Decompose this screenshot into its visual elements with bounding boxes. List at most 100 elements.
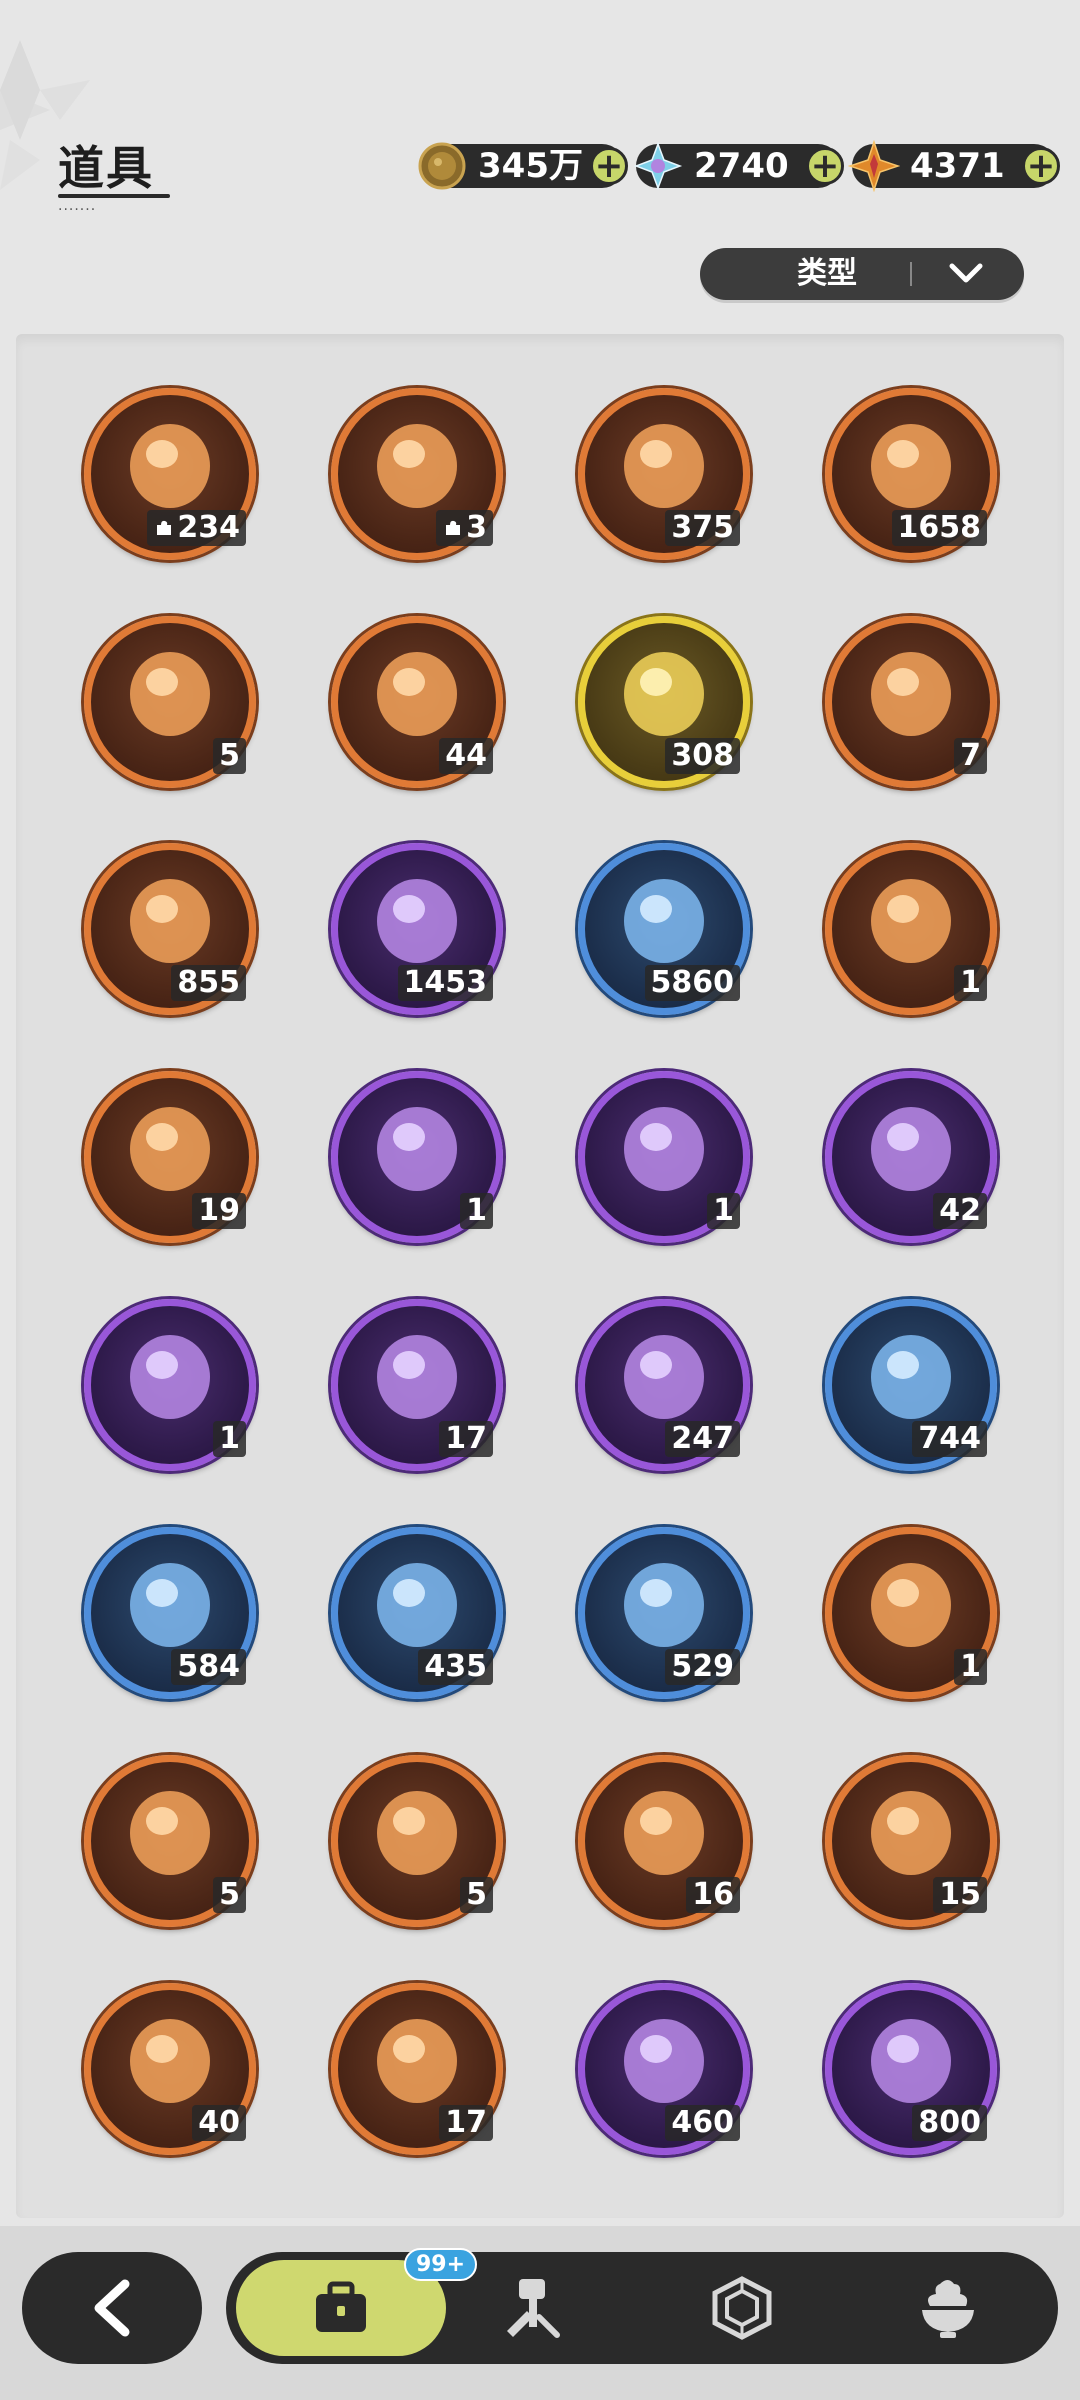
add-crystal-button[interactable]: +	[806, 147, 844, 185]
inventory-item[interactable]: 15	[825, 1755, 997, 1927]
title-underline	[58, 194, 170, 198]
item-count-value: 375	[671, 510, 734, 545]
inventory-item[interactable]: 1	[84, 1299, 256, 1471]
inventory-item[interactable]: 435	[331, 1527, 503, 1699]
inventory-item[interactable]: 1658	[825, 388, 997, 560]
item-count-value: 5	[466, 1877, 487, 1912]
item-count: 19	[192, 1193, 246, 1229]
item-count: 800	[912, 2105, 987, 2141]
inventory-item[interactable]: 7	[825, 616, 997, 788]
nav-tab-tools[interactable]	[494, 2268, 574, 2348]
item-count-value: 7	[960, 738, 981, 773]
bag-icon	[316, 2281, 366, 2332]
item-count-value: 3	[466, 510, 487, 545]
currency-star-gem-value: 4371	[910, 146, 1005, 186]
inventory-item[interactable]: 584	[84, 1527, 256, 1699]
inventory-item[interactable]: 800	[825, 1983, 997, 2155]
page-title: 道具	[58, 141, 154, 195]
item-count-value: 460	[671, 2105, 734, 2140]
item-count-value: 1	[219, 1421, 240, 1456]
item-count: 5	[213, 1877, 246, 1913]
inventory-item[interactable]: 1	[825, 843, 997, 1015]
item-count-value: 234	[177, 510, 240, 545]
inventory-item[interactable]: 17	[331, 1983, 503, 2155]
item-count: 308	[665, 738, 740, 774]
gold-coin-icon	[418, 142, 466, 190]
item-count-value: 435	[424, 1649, 487, 1684]
inventory-item[interactable]: 40	[84, 1983, 256, 2155]
item-count: 1453	[397, 965, 493, 1001]
item-count: 584	[171, 1649, 246, 1685]
item-count: 44	[439, 738, 493, 774]
inventory-item[interactable]: 375	[578, 388, 750, 560]
item-count-value: 17	[445, 1421, 487, 1456]
bottom-nav: 99+	[226, 2248, 1058, 2364]
inventory-item[interactable]: 44	[331, 616, 503, 788]
item-count: 1658	[891, 510, 987, 546]
inventory-item[interactable]: 17	[331, 1299, 503, 1471]
inventory-item[interactable]: 19	[84, 1071, 256, 1243]
inventory-item[interactable]: 460	[578, 1983, 750, 2155]
item-count-value: 584	[177, 1649, 240, 1684]
inventory-item[interactable]: 5	[331, 1755, 503, 1927]
item-count-value: 5	[219, 738, 240, 773]
item-count: 234	[147, 510, 246, 546]
orange-star-gem-icon	[848, 140, 900, 192]
inventory-item[interactable]: 529	[578, 1527, 750, 1699]
item-count: 460	[665, 2105, 740, 2141]
item-count: 435	[418, 1649, 493, 1685]
add-gold-button[interactable]: +	[590, 147, 628, 185]
inventory-item[interactable]: 42	[825, 1071, 997, 1243]
item-count: 5860	[644, 965, 740, 1001]
item-count-value: 44	[445, 738, 487, 773]
currency-crystal: 2740 +	[633, 141, 844, 191]
type-filter-label: 类型	[797, 256, 857, 291]
item-count: 375	[665, 510, 740, 546]
item-count-value: 855	[177, 965, 240, 1000]
inventory-item[interactable]: 855	[84, 843, 256, 1015]
item-count: 16	[686, 1877, 740, 1913]
nav-tab-bag[interactable]: 99+	[236, 2248, 478, 2356]
inventory-item[interactable]: 16	[578, 1755, 750, 1927]
currency-gold-value: 345万	[478, 146, 583, 186]
inventory-item[interactable]: 5	[84, 616, 256, 788]
item-count-value: 1	[713, 1193, 734, 1228]
inventory-item[interactable]: 744	[825, 1299, 997, 1471]
item-count-value: 744	[918, 1421, 981, 1456]
item-count-value: 5	[219, 1877, 240, 1912]
back-arrow-icon	[94, 2279, 130, 2337]
inventory-item[interactable]: 1	[825, 1527, 997, 1699]
item-count: 40	[192, 2105, 246, 2141]
item-count-value: 5860	[650, 965, 735, 1000]
cream-bowl-icon	[922, 2280, 974, 2338]
item-count: 1	[954, 965, 987, 1001]
puzzle-shard-icon	[446, 520, 461, 535]
item-count-value: 1453	[403, 965, 488, 1000]
item-count: 17	[439, 2105, 493, 2141]
item-count: 42	[933, 1193, 987, 1229]
inventory-item[interactable]: 5860	[578, 843, 750, 1015]
nav-tab-dessert[interactable]	[908, 2268, 988, 2348]
item-count-value: 16	[692, 1877, 734, 1912]
inventory-item[interactable]: 5	[84, 1755, 256, 1927]
back-button[interactable]	[22, 2252, 202, 2364]
type-filter-dropdown[interactable]: 类型	[700, 248, 1024, 300]
item-count: 1	[954, 1649, 987, 1685]
item-count-value: 15	[939, 1877, 981, 1912]
inventory-item[interactable]: 247	[578, 1299, 750, 1471]
item-count: 7	[954, 738, 987, 774]
item-count: 5	[460, 1877, 493, 1913]
blue-crystal-icon	[633, 141, 683, 191]
item-count-value: 42	[939, 1193, 981, 1228]
nav-tab-gems[interactable]	[702, 2268, 782, 2348]
hexagon-gem-icon	[712, 2276, 772, 2340]
inventory-item[interactable]: 3	[331, 388, 503, 560]
item-count-value: 1	[960, 965, 981, 1000]
inventory-item[interactable]: 1453	[331, 843, 503, 1015]
inventory-item[interactable]: 308	[578, 616, 750, 788]
inventory-item[interactable]: 234	[84, 388, 256, 560]
item-count-value: 40	[198, 2105, 240, 2140]
add-star-gem-button[interactable]: +	[1022, 147, 1060, 185]
inventory-item[interactable]: 1	[331, 1071, 503, 1243]
inventory-item[interactable]: 1	[578, 1071, 750, 1243]
